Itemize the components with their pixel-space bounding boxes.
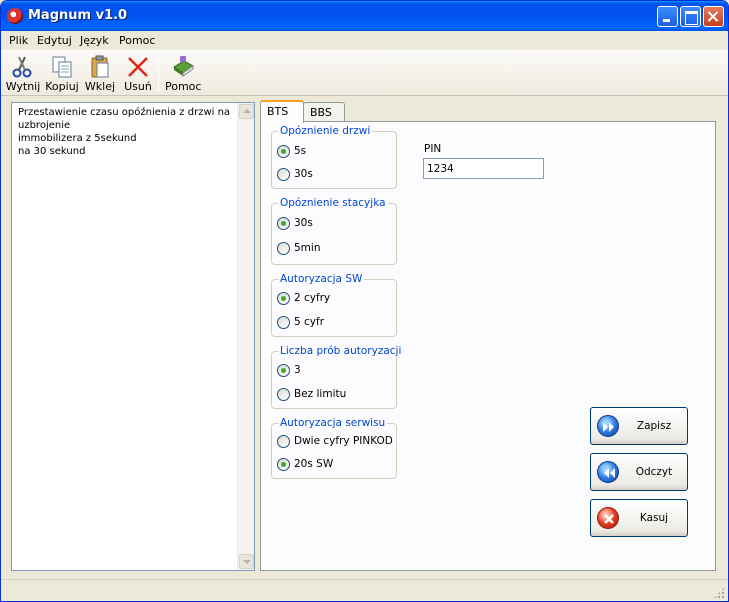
- radio-label: 20s SW: [294, 458, 334, 470]
- menu-bar: Plik Edytuj Język Pomoc: [1, 31, 728, 50]
- maximize-icon: [681, 7, 700, 26]
- toolbar: Wytnij Kopiuj Wklej Usuń Pomoc: [1, 50, 728, 96]
- tab-bbs[interactable]: BBS: [303, 102, 345, 123]
- radio-label: 30s: [294, 217, 313, 229]
- toolbar-separator: [158, 57, 159, 91]
- group-sw-auth: Autoryzacja SW 2 cyfry 5 cyfr: [271, 273, 397, 337]
- delete-label: Usuń: [124, 80, 152, 93]
- delete-icon: [128, 57, 148, 77]
- cancel-label: Kasuj: [639, 512, 669, 524]
- group-door-delay-title: Opóznienie drzwi: [278, 125, 373, 137]
- radio-label: Dwie cyfry PINKOD: [294, 435, 393, 447]
- copy-icon: [52, 56, 72, 78]
- close-button[interactable]: [703, 6, 724, 27]
- description-textarea[interactable]: Przestawienie czasu opóźnienia z drzwi n…: [11, 102, 255, 571]
- rewind-icon: [597, 461, 619, 483]
- radio-label: 3: [294, 364, 301, 376]
- paste-icon: [91, 55, 109, 78]
- help-button[interactable]: Pomoc: [165, 53, 201, 95]
- delete-button[interactable]: Usuń: [121, 53, 155, 95]
- minimize-button[interactable]: [657, 6, 678, 27]
- group-service-auth-title: Autoryzacja serwisu: [278, 417, 388, 429]
- scroll-down-icon[interactable]: [239, 554, 254, 569]
- title-bar[interactable]: Magnum v1.0: [1, 1, 728, 31]
- menu-edytuj[interactable]: Edytuj: [37, 34, 72, 47]
- cut-button[interactable]: Wytnij: [5, 53, 41, 95]
- window-title: Magnum v1.0: [28, 8, 128, 23]
- scroll-up-icon[interactable]: [239, 104, 254, 119]
- tab-bts-label: BTS: [267, 105, 289, 118]
- description-text: Przestawienie czasu opóźnienia z drzwi n…: [18, 107, 231, 157]
- menu-jezyk[interactable]: Język: [80, 34, 109, 47]
- read-label: Odczyt: [635, 466, 673, 478]
- radio-unchecked-icon: [277, 168, 290, 181]
- scissors-icon: [12, 56, 32, 78]
- radio-label: 30s: [294, 168, 313, 180]
- help-label: Pomoc: [165, 80, 202, 93]
- paste-label: Wklej: [84, 80, 116, 93]
- radio-label: 5s: [294, 145, 307, 157]
- maximize-button[interactable]: [680, 6, 701, 27]
- group-ignition-delay: Opóznienie stacyjka 30s 5min: [271, 197, 397, 265]
- menu-pomoc[interactable]: Pomoc: [119, 34, 155, 47]
- save-label: Zapisz: [636, 420, 672, 432]
- radio-unchecked-icon: [277, 435, 290, 448]
- radio-label: 5 cyfr: [294, 316, 325, 328]
- paste-button[interactable]: Wklej: [83, 53, 117, 95]
- radio-checked-icon: [277, 458, 290, 471]
- group-ignition-delay-title: Opóznienie stacyjka: [278, 197, 388, 209]
- radio-unchecked-icon: [277, 316, 290, 329]
- tab-bbs-label: BBS: [310, 106, 332, 119]
- radio-checked-icon: [277, 364, 290, 377]
- group-sw-auth-title: Autoryzacja SW: [278, 273, 365, 285]
- pin-input[interactable]: [423, 158, 544, 179]
- radio-unchecked-icon: [277, 388, 290, 401]
- minimize-icon: [658, 7, 677, 26]
- resize-grip-icon[interactable]: [713, 587, 725, 599]
- group-auth-attempts-title: Liczba prób autoryzacji: [278, 345, 404, 357]
- radio-checked-icon: [277, 145, 290, 158]
- group-door-delay: Opóznienie drzwi 5s 30s: [271, 125, 397, 189]
- tab-bts[interactable]: BTS: [260, 100, 304, 123]
- pin-label: PIN: [424, 143, 442, 155]
- cut-label: Wytnij: [5, 80, 41, 93]
- status-bar: [1, 579, 728, 601]
- copy-label: Kopiuj: [45, 80, 79, 93]
- forward-icon: [597, 415, 619, 437]
- save-button[interactable]: Zapisz: [590, 407, 688, 445]
- read-button[interactable]: Odczyt: [590, 453, 688, 491]
- app-window: Magnum v1.0 Plik Edytuj Język Pomoc Wytn…: [0, 0, 729, 602]
- close-icon: [704, 7, 723, 26]
- help-book-icon: [173, 56, 194, 77]
- group-service-auth: Autoryzacja serwisu Dwie cyfry PINKOD 20…: [271, 417, 397, 479]
- copy-button[interactable]: Kopiuj: [44, 53, 80, 95]
- radio-unchecked-icon: [277, 242, 290, 255]
- radio-label: 2 cyfry: [294, 292, 331, 304]
- menu-plik[interactable]: Plik: [9, 34, 28, 47]
- description-scrollbar[interactable]: [237, 103, 254, 570]
- group-auth-attempts: Liczba prób autoryzacji 3 Bez limitu: [271, 345, 404, 409]
- cancel-button[interactable]: Kasuj: [590, 499, 688, 537]
- radio-checked-icon: [277, 217, 290, 230]
- app-icon[interactable]: [7, 8, 23, 24]
- radio-label: Bez limitu: [294, 388, 347, 400]
- radio-label: 5min: [294, 242, 321, 254]
- cancel-icon: [597, 507, 619, 529]
- radio-checked-icon: [277, 292, 290, 305]
